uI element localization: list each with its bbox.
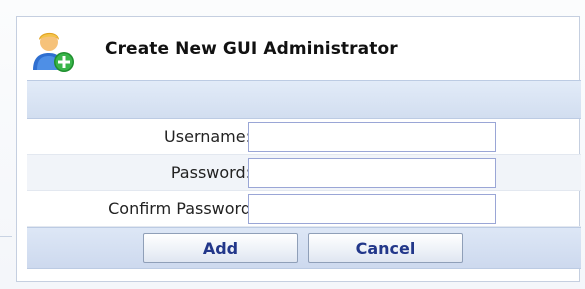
dialog-title: Create New GUI Administrator — [105, 39, 398, 59]
confirm-password-row: Confirm Password — [27, 191, 581, 227]
confirm-password-input[interactable] — [248, 194, 496, 224]
username-input[interactable] — [248, 122, 496, 152]
password-row: Password: — [27, 155, 581, 191]
username-label: Username: — [164, 127, 251, 146]
password-label: Password: — [170, 163, 251, 182]
confirm-password-label: Confirm Password — [108, 199, 251, 218]
password-input[interactable] — [248, 158, 496, 188]
admin-form: Username: Password: Confirm Password — [27, 119, 581, 227]
dialog-header: Create New GUI Administrator — [17, 17, 579, 80]
add-button[interactable]: Add — [143, 233, 298, 263]
background-divider — [0, 236, 12, 237]
add-user-icon — [33, 32, 74, 72]
create-admin-dialog: Create New GUI Administrator Username: P… — [16, 16, 581, 282]
dialog-subheader-bar — [27, 80, 581, 119]
cancel-button[interactable]: Cancel — [308, 233, 463, 263]
dialog-button-bar: Add Cancel — [27, 227, 581, 269]
username-row: Username: — [27, 119, 581, 155]
